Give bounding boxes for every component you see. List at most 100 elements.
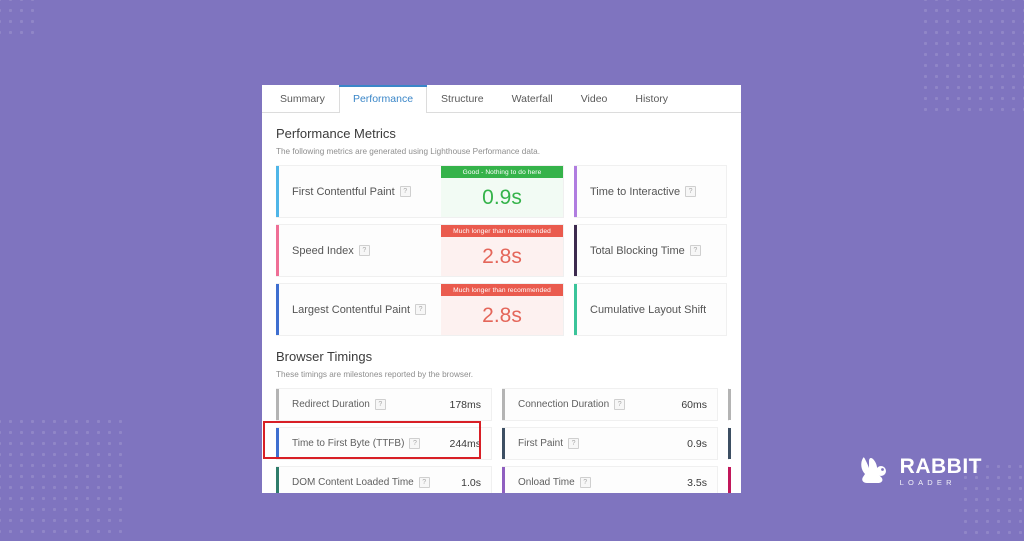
timing-card-dom-content-loaded-time[interactable]: DOM Content Loaded Time? 1.0s [276,466,492,493]
performance-metrics-list: First Contentful Paint? Good - Nothing to… [276,165,727,336]
metric-card-cumulative-layout-shift[interactable]: Cumulative Layout Shift [574,283,727,336]
metric-body: Speed Index? Much longer than recommended… [279,225,563,276]
timing-row: DOM Content Loaded Time? 1.0s Onload Time?… [276,466,727,493]
metric-value: 2.8s [441,237,563,276]
dot-pattern-top-left [0,0,34,34]
report-panel: SummaryPerformanceStructureWaterfallVide… [262,85,741,493]
help-icon[interactable]: ? [580,477,591,488]
browser-timings-section: Browser Timings These timings are milest… [262,349,741,493]
metric-label-text: Largest Contentful Paint [292,304,410,316]
timing-label-text: Connection Duration [518,399,609,410]
timing-label: Redirect Duration? [292,399,386,410]
timing-card-time-to-first-byte-ttfb-[interactable]: Time to First Byte (TTFB)? 244ms [276,427,492,460]
metric-label-text: Cumulative Layout Shift [590,304,706,316]
timing-label-text: Time to First Byte (TTFB) [292,438,404,449]
timing-card-onload-time[interactable]: Onload Time?3.5s [502,466,718,493]
help-icon[interactable]: ? [419,477,430,488]
metric-label-text: First Contentful Paint [292,186,395,198]
metric-row: First Contentful Paint? Good - Nothing to… [276,165,727,218]
dot-pattern-top-right [920,0,1024,114]
timing-body: Time to First Byte (TTFB)? 244ms [279,428,491,459]
metric-status-badge: Much longer than recommended [441,284,563,296]
timing-label-text: Onload Time [518,477,575,488]
timing-body: Onload Time?3.5s [505,467,717,493]
metric-value: 2.8s [441,296,563,335]
timing-body: Redirect Duration? 178ms [279,389,491,420]
timing-row: Time to First Byte (TTFB)? 244ms First Pai… [276,427,727,460]
metric-card-speed-index[interactable]: Speed Index? Much longer than recommended… [276,224,564,277]
metric-row: Speed Index? Much longer than recommended… [276,224,727,277]
help-icon[interactable]: ? [690,245,701,256]
timing-label: Connection Duration? [518,399,625,410]
metric-status-badge: Much longer than recommended [441,225,563,237]
timing-card-back[interactable]: Back [728,388,729,421]
help-icon[interactable]: ? [415,304,426,315]
logo-text-block: RABBIT LOADER [900,456,982,487]
metric-body: Total Blocking Time? [577,225,726,276]
help-icon[interactable]: ? [409,438,420,449]
metric-card-total-blocking-time[interactable]: Total Blocking Time? [574,224,727,277]
help-icon[interactable]: ? [568,438,579,449]
timing-card-do[interactable]: DO [728,427,729,460]
metric-status-badge: Good - Nothing to do here [441,166,563,178]
browser-timings-title: Browser Timings [276,349,727,364]
browser-timings-list: Redirect Duration? 178ms Connection Durati… [276,388,727,493]
metric-label: Total Blocking Time? [590,245,701,257]
help-icon[interactable]: ? [685,186,696,197]
timing-row: Redirect Duration? 178ms Connection Durati… [276,388,727,421]
tab-video[interactable]: Video [567,85,622,112]
logo-name: RABBIT [900,456,982,477]
timing-label: Time to First Byte (TTFB)? [292,438,420,449]
timing-value: 0.9s [679,438,707,450]
metric-label-text: Time to Interactive [590,186,680,198]
timing-value: 1.0s [453,477,481,489]
metric-value-block: Much longer than recommended2.8s [441,225,563,276]
timing-label-text: Redirect Duration [292,399,370,410]
metric-label: Speed Index? [292,245,370,257]
metric-value: 0.9s [441,178,563,217]
timing-body: DOM Content Loaded Time? 1.0s [279,467,491,493]
metric-label: Time to Interactive? [590,186,696,198]
timing-value: 244ms [441,438,481,450]
timing-body: Connection Duration? 60ms [505,389,717,420]
metric-card-time-to-interactive[interactable]: Time to Interactive? [574,165,727,218]
dot-pattern-bottom-left [0,416,124,541]
metric-body: Cumulative Layout Shift [577,284,726,335]
timing-card-full[interactable]: Full [728,466,729,493]
tab-waterfall[interactable]: Waterfall [498,85,567,112]
tab-summary[interactable]: Summary [266,85,339,112]
help-icon[interactable]: ? [359,245,370,256]
metric-body: Largest Contentful Paint? Much longer tha… [279,284,563,335]
timing-card-redirect-duration[interactable]: Redirect Duration? 178ms [276,388,492,421]
timing-body: Full [731,467,741,493]
performance-metrics-title: Performance Metrics [276,126,727,141]
timing-body: First Paint? 0.9s [505,428,717,459]
metric-body: Time to Interactive? [577,166,726,217]
timing-label-text: First Paint [518,438,563,449]
metric-row: Largest Contentful Paint? Much longer tha… [276,283,727,336]
timing-label-text: DOM Content Loaded Time [292,477,414,488]
help-icon[interactable]: ? [614,399,625,410]
timing-label: First Paint? [518,438,579,449]
metric-value-block: Good - Nothing to do here0.9s [441,166,563,217]
timing-card-connection-duration[interactable]: Connection Duration? 60ms [502,388,718,421]
tab-structure[interactable]: Structure [427,85,498,112]
tab-performance[interactable]: Performance [339,85,427,113]
tab-bar: SummaryPerformanceStructureWaterfallVide… [262,85,741,113]
help-icon[interactable]: ? [375,399,386,410]
timing-label: DOM Content Loaded Time? [292,477,430,488]
help-icon[interactable]: ? [400,186,411,197]
timing-value: 178ms [441,399,481,411]
timing-value: 60ms [673,399,707,411]
performance-metrics-section: Performance Metrics The following metric… [262,126,741,336]
metric-card-first-contentful-paint[interactable]: First Contentful Paint? Good - Nothing to… [276,165,564,218]
performance-metrics-subtitle: The following metrics are generated usin… [276,147,727,156]
timing-card-first-paint[interactable]: First Paint? 0.9s [502,427,718,460]
rabbit-icon [856,455,892,487]
metric-value-block: Much longer than recommended2.8s [441,284,563,335]
metric-card-largest-contentful-paint[interactable]: Largest Contentful Paint? Much longer tha… [276,283,564,336]
logo-tagline: LOADER [900,479,982,487]
metric-label: Largest Contentful Paint? [292,304,426,316]
timing-label: Onload Time? [518,477,591,488]
tab-history[interactable]: History [621,85,682,112]
